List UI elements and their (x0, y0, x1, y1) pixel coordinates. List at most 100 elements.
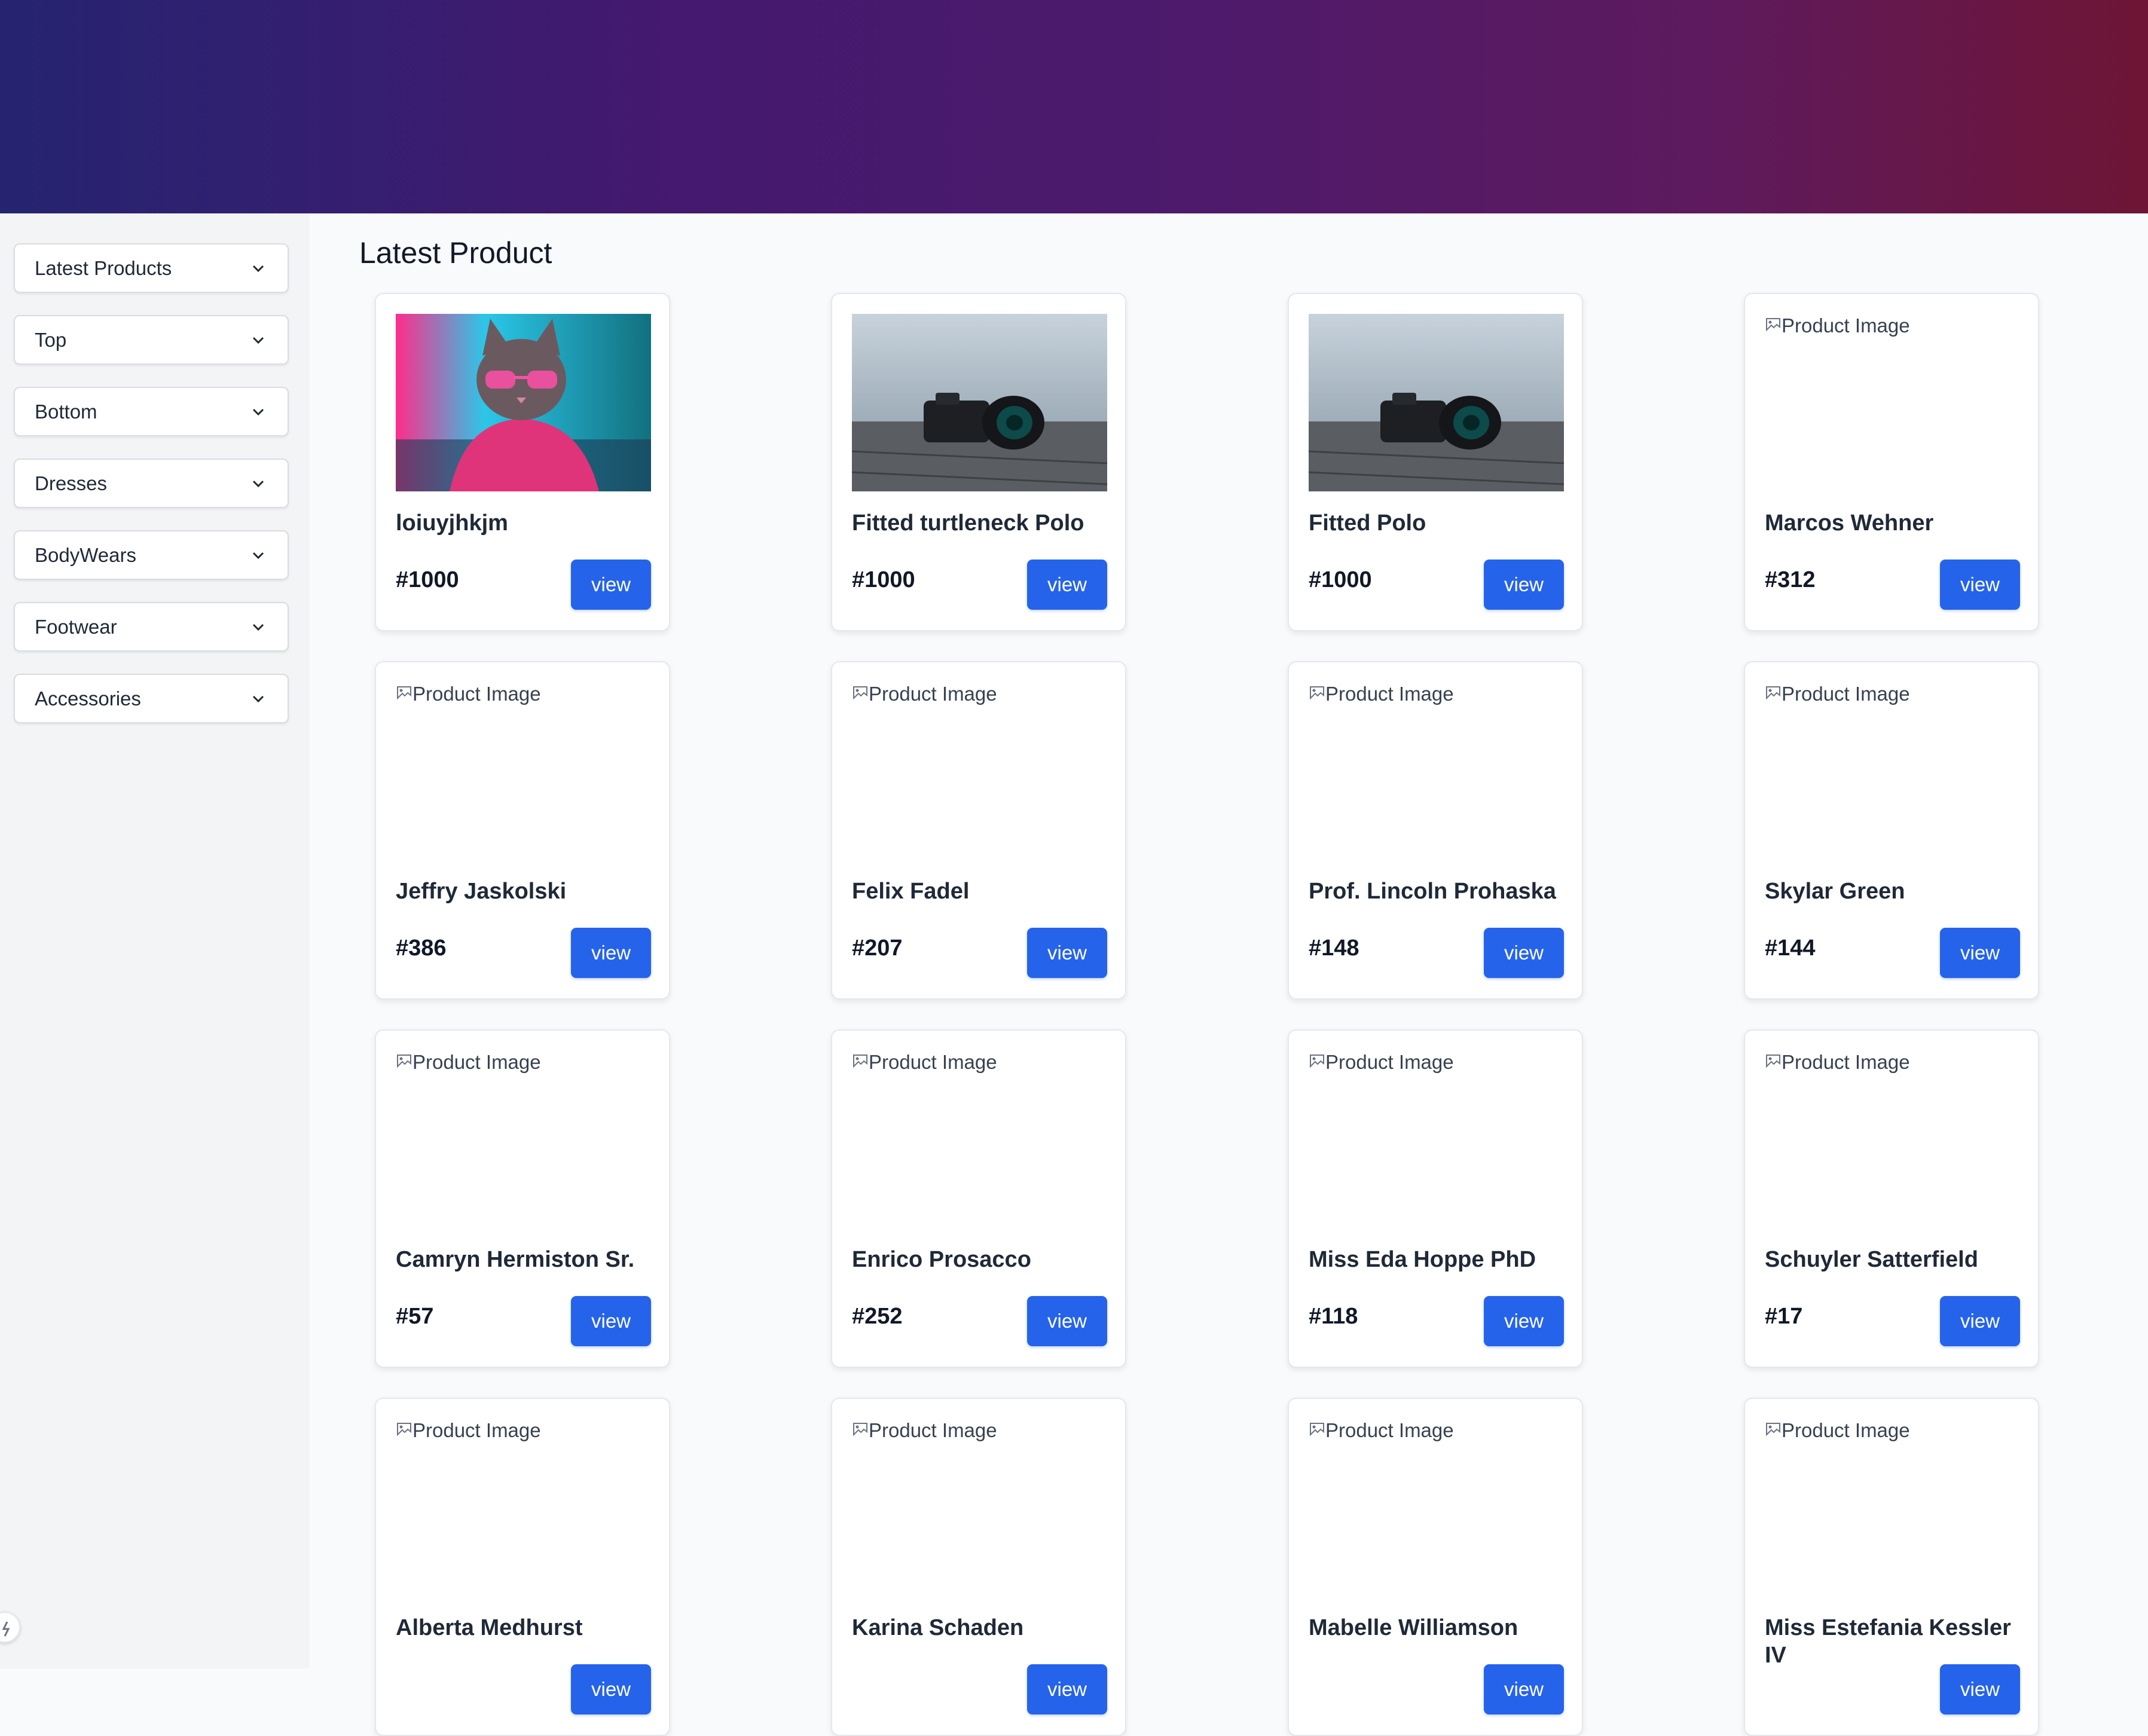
page-title: Latest Product (359, 236, 552, 270)
product-number: #1000 (852, 567, 915, 592)
view-button[interactable]: view (571, 560, 651, 610)
product-number: #1000 (396, 567, 459, 592)
broken-image-icon (397, 686, 411, 700)
image-alt-text: Product Image (1782, 683, 1910, 705)
broken-image-icon (1766, 1423, 1780, 1437)
product-name: Karina Schaden (852, 1615, 1024, 1640)
chevron-down-icon (252, 695, 264, 703)
chevron-down-icon (252, 624, 264, 631)
sidebar-item-label: Dresses (35, 472, 108, 494)
product-image-placeholder: Product Image (1309, 1419, 1564, 1596)
broken-image-icon (853, 1055, 867, 1068)
sidebar-item-accessories[interactable]: Accessories (14, 674, 289, 723)
view-button[interactable]: view (1940, 1296, 2020, 1346)
product-name: Prof. Lincoln Prohaska (1309, 879, 1556, 904)
view-button[interactable]: view (1484, 1664, 1564, 1714)
product-number: #144 (1765, 936, 1816, 961)
product-name: Marcos Wehner (1765, 511, 1934, 536)
product-image-placeholder: Product Image (1765, 1050, 2020, 1228)
image-alt-text: Product Image (869, 683, 997, 705)
image-alt-text: Product Image (869, 1051, 997, 1073)
sidebar-item-latest-products[interactable]: Latest Products (14, 243, 289, 293)
product-card: Fitted Polo #1000 view (1288, 293, 1583, 631)
product-name: Miss Estefania Kessler IV (1765, 1615, 2011, 1668)
view-button[interactable]: view (571, 1664, 651, 1714)
product-name: Fitted turtleneck Polo (852, 511, 1084, 536)
image-alt-text: Product Image (1782, 314, 1910, 337)
product-card: Fitted turtleneck Polo #1000 view (831, 293, 1126, 631)
view-button[interactable]: view (1940, 928, 2020, 978)
product-image-placeholder: Product Image (396, 1419, 651, 1596)
image-alt-text: Product Image (413, 1419, 541, 1441)
product-number: #57 (396, 1304, 434, 1329)
chevron-down-icon (252, 265, 264, 273)
view-button[interactable]: view (1940, 560, 2020, 610)
product-image (1308, 314, 1565, 491)
product-name: Miss Eda Hoppe PhD (1309, 1247, 1536, 1272)
product-image-placeholder: Product Image (1309, 1050, 1564, 1228)
view-button[interactable]: view (571, 1296, 651, 1346)
chevron-down-icon (252, 552, 264, 560)
product-image-placeholder: Product Image (1765, 682, 2020, 860)
product-number: #386 (396, 936, 447, 961)
broken-image-icon (853, 1423, 867, 1437)
product-image-placeholder: Product Image (1765, 314, 2020, 491)
sidebar-item-bodywears[interactable]: BodyWears (14, 530, 289, 580)
image-alt-text: Product Image (1325, 1419, 1454, 1441)
view-button[interactable]: view (1027, 1664, 1107, 1714)
product-card: Product Image Marcos Wehner #312 view (1744, 293, 2039, 631)
product-name: Fitted Polo (1309, 511, 1426, 536)
sidebar-item-label: BodyWears (35, 544, 136, 566)
product-image-placeholder: Product Image (852, 1419, 1107, 1596)
sidebar-item-label: Accessories (35, 687, 141, 710)
view-button[interactable]: view (1940, 1664, 2020, 1714)
help-button[interactable] (0, 1612, 20, 1643)
sidebar-item-label: Bottom (35, 401, 97, 423)
product-number: #252 (852, 1304, 903, 1329)
product-card: Product Image Miss Estefania Kessler IV vi… (1744, 1398, 2039, 1736)
view-button[interactable]: view (1027, 560, 1107, 610)
broken-image-icon (1310, 686, 1324, 700)
product-image-placeholder: Product Image (396, 682, 651, 860)
product-card: Product Image Skylar Green #144 view (1744, 661, 2039, 1000)
product-name: Alberta Medhurst (396, 1615, 583, 1640)
sidebar-item-dresses[interactable]: Dresses (14, 459, 289, 508)
product-image-placeholder: Product Image (396, 1050, 651, 1228)
chevron-down-icon (252, 480, 264, 488)
image-alt-text: Product Image (1782, 1051, 1910, 1073)
view-button[interactable]: view (1484, 1296, 1564, 1346)
product-number: #118 (1309, 1304, 1358, 1329)
image-alt-text: Product Image (1325, 683, 1454, 705)
view-button[interactable]: view (1484, 928, 1564, 978)
image-alt-text: Product Image (869, 1419, 997, 1441)
product-image-placeholder: Product Image (852, 682, 1107, 860)
broken-image-icon (1766, 1055, 1780, 1068)
product-card: Product Image Mabelle Williamson view (1288, 1398, 1583, 1736)
product-card: Product Image Camryn Hermiston Sr. #57 view (375, 1029, 670, 1368)
sidebar-item-bottom[interactable]: Bottom (14, 387, 289, 436)
product-card: Product Image Alberta Medhurst view (375, 1398, 670, 1736)
product-card: loiuyjhkjm #1000 view (375, 293, 670, 631)
product-image-placeholder: Product Image (1309, 682, 1564, 860)
view-button[interactable]: view (1027, 1296, 1107, 1346)
lightning-icon (2, 1621, 10, 1637)
broken-image-icon (1310, 1423, 1324, 1437)
product-name: Jeffry Jaskolski (396, 879, 567, 904)
view-button[interactable]: view (1027, 928, 1107, 978)
product-name: Enrico Prosacco (852, 1247, 1031, 1272)
product-name: Camryn Hermiston Sr. (396, 1247, 635, 1272)
product-image-placeholder: Product Image (1765, 1419, 2020, 1596)
product-number: #312 (1765, 567, 1816, 592)
sidebar-item-footwear[interactable]: Footwear (14, 602, 289, 652)
image-alt-text: Product Image (1782, 1419, 1910, 1441)
product-name: loiuyjhkjm (396, 511, 508, 536)
product-name: Mabelle Williamson (1309, 1615, 1518, 1640)
view-button[interactable]: view (571, 928, 651, 978)
view-button[interactable]: view (1484, 560, 1564, 610)
sidebar-item-label: Footwear (35, 616, 117, 638)
sidebar-item-top[interactable]: Top (14, 315, 289, 365)
broken-image-icon (397, 1423, 411, 1437)
sidebar-item-label: Top (35, 329, 67, 351)
broken-image-icon (397, 1055, 411, 1068)
product-card: Product Image Schuyler Satterfield #17 view (1744, 1029, 2039, 1368)
